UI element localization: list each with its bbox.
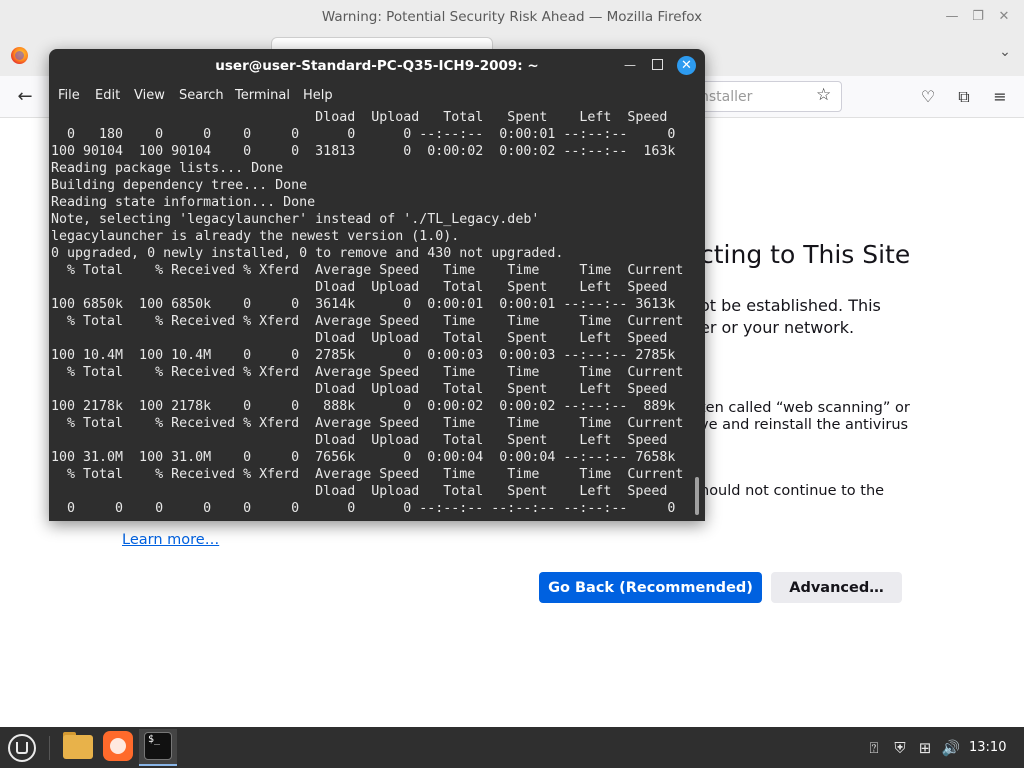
terminal-line: Dload Upload Total Spent Left Speed: [51, 331, 668, 346]
terminal-line: 0 180 0 0 0 0 0 0 --:--:-- 0:00:01 --:--…: [51, 127, 676, 142]
terminal-line: Dload Upload Total Spent Left Speed: [51, 382, 668, 397]
terminal-line: 0 upgraded, 0 newly installed, 0 to remo…: [51, 246, 564, 261]
volume-icon[interactable]: 🔊: [941, 738, 961, 758]
menu-view[interactable]: View: [134, 88, 165, 103]
firefox-view-icon[interactable]: [11, 47, 28, 64]
error-text-line: er or your network.: [700, 318, 855, 337]
terminal-line: legacylauncher is already the newest ver…: [51, 229, 460, 244]
terminal-title: user@user-Standard-PC-Q35-ICH9-2009: ~: [215, 58, 539, 74]
error-text-line: ten called “web scanning” or: [700, 400, 910, 416]
menu-terminal[interactable]: Terminal: [235, 88, 290, 103]
mint-menu-icon[interactable]: [8, 734, 36, 762]
terminal-line: Building dependency tree... Done: [51, 178, 308, 193]
advanced-button[interactable]: Advanced…: [771, 572, 902, 603]
go-back-button[interactable]: Go Back (Recommended): [539, 572, 762, 603]
close-button[interactable]: ✕: [987, 0, 1021, 34]
firefox-titlebar: Warning: Potential Security Risk Ahead —…: [0, 0, 1024, 34]
terminal-line: Dload Upload Total Spent Left Speed: [51, 433, 668, 448]
terminal-maximize-icon[interactable]: [652, 59, 663, 70]
window-title: Warning: Potential Security Risk Ahead —…: [321, 9, 703, 25]
terminal-line: % Total % Received % Xferd Average Speed…: [51, 263, 684, 278]
terminal-line: 100 10.4M 100 10.4M 0 0 2785k 0 0:00:03 …: [51, 348, 676, 363]
terminal-line: Reading state information... Done: [51, 195, 316, 210]
terminal-close-icon[interactable]: ✕: [677, 56, 696, 75]
menu-help[interactable]: Help: [303, 88, 333, 103]
learn-more-link[interactable]: Learn more…: [122, 532, 219, 548]
terminal-output[interactable]: Dload Upload Total Spent Left Speed 0 18…: [51, 109, 695, 521]
terminal-line: 100 90104 100 90104 0 0 31813 0 0:00:02 …: [51, 144, 676, 159]
error-text-line: ve and reinstall the antivirus: [700, 417, 909, 433]
taskbar-separator: [49, 736, 50, 760]
chevron-down-icon[interactable]: ⌄: [994, 41, 1016, 63]
terminal-line: Dload Upload Total Spent Left Speed: [51, 280, 668, 295]
terminal-icon: $_: [144, 732, 172, 760]
terminal-menubar: File Edit View Search Terminal Help: [49, 83, 705, 109]
extensions-icon[interactable]: ⧉: [952, 85, 976, 109]
menu-edit[interactable]: Edit: [95, 88, 120, 103]
url-text: nstaller: [700, 89, 753, 105]
terminal-line: 100 2178k 100 2178k 0 0 888k 0 0:00:02 0…: [51, 399, 676, 414]
terminal-line: % Total % Received % Xferd Average Speed…: [51, 314, 684, 329]
terminal-line: Reading package lists... Done: [51, 161, 284, 176]
terminal-line: 0 0 0 0 0 0 0 0 --:--:-- --:--:-- --:--:…: [51, 501, 676, 516]
terminal-window[interactable]: user@user-Standard-PC-Q35-ICH9-2009: ~ —…: [49, 49, 705, 521]
shield-icon[interactable]: ⛨: [890, 738, 910, 758]
terminal-minimize-icon[interactable]: —: [623, 58, 637, 72]
hamburger-menu-icon[interactable]: ≡: [988, 85, 1012, 109]
clock[interactable]: 13:10: [969, 738, 1006, 758]
terminal-line: % Total % Received % Xferd Average Speed…: [51, 365, 684, 380]
pocket-icon[interactable]: ♡: [916, 85, 940, 109]
terminal-line: Dload Upload Total Spent Left Speed: [51, 484, 668, 499]
update-manager-icon[interactable]: ⍰: [864, 738, 884, 758]
error-title: cting to This Site: [700, 240, 911, 269]
terminal-line: % Total % Received % Xferd Average Speed…: [51, 416, 684, 431]
network-icon[interactable]: ⊞: [915, 738, 935, 758]
terminal-line: Note, selecting 'legacylauncher' instead…: [51, 212, 540, 227]
firefox-icon[interactable]: [103, 731, 133, 761]
terminal-line: 100 31.0M 100 31.0M 0 0 7656k 0 0:00:04 …: [51, 450, 676, 465]
terminal-line: Dload Upload Total Spent Left Speed: [51, 110, 668, 125]
bookmark-star-icon[interactable]: ☆: [816, 85, 831, 105]
terminal-scrollbar[interactable]: [695, 477, 699, 515]
terminal-line: % Total % Received % Xferd Average Speed…: [51, 467, 684, 482]
files-icon[interactable]: [63, 735, 93, 759]
menu-file[interactable]: File: [58, 88, 80, 103]
terminal-line: 100 6850k 100 6850k 0 0 3614k 0 0:00:01 …: [51, 297, 676, 312]
menu-search[interactable]: Search: [179, 88, 224, 103]
error-text-line: hould not continue to the: [700, 483, 885, 499]
back-arrow-icon[interactable]: ←: [12, 84, 38, 110]
error-text-line: ot be established. This: [700, 296, 881, 315]
